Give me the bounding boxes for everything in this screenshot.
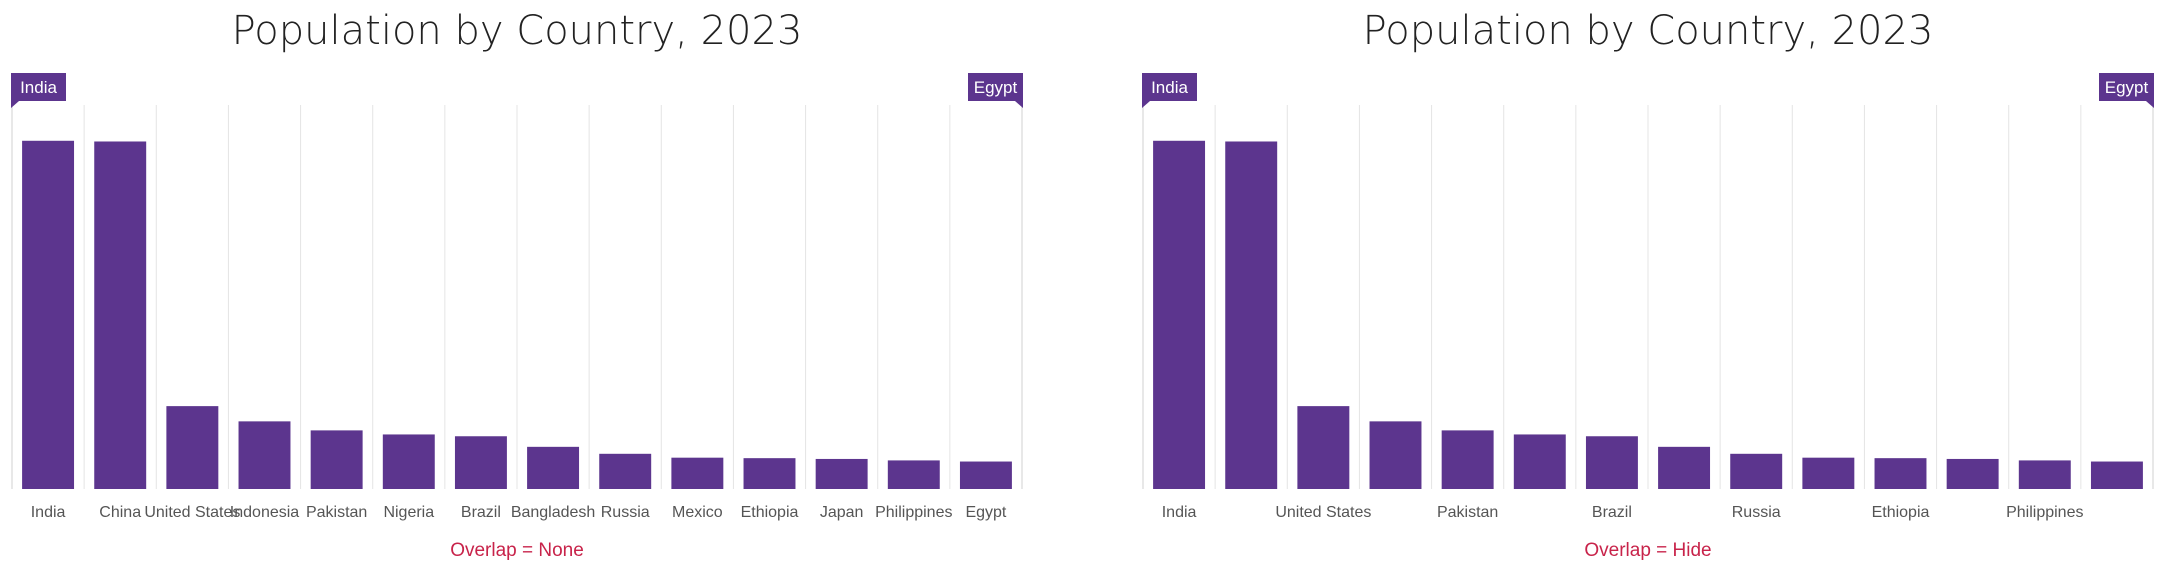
bar-egypt[interactable] bbox=[2090, 461, 2143, 489]
bar-mexico[interactable] bbox=[1802, 457, 1855, 489]
bar-philippines[interactable] bbox=[887, 460, 940, 489]
bar-pakistan[interactable] bbox=[1441, 430, 1494, 489]
bar-bangladesh[interactable] bbox=[527, 446, 580, 489]
range-callout-start: India bbox=[1142, 73, 1197, 108]
x-tick-label: Ethiopia bbox=[741, 504, 799, 521]
x-tick-label: Pakistan bbox=[1437, 504, 1498, 521]
x-tick-label: United States bbox=[144, 504, 240, 521]
x-tick-label: Nigeria bbox=[383, 504, 434, 521]
bar-china[interactable] bbox=[94, 141, 147, 489]
bar-indonesia[interactable] bbox=[238, 421, 291, 489]
bar-united-states[interactable] bbox=[1297, 406, 1350, 489]
range-callout-end: Egypt bbox=[2099, 73, 2154, 108]
bar-japan[interactable] bbox=[1946, 458, 1999, 489]
chart-2: Population by Country, 2023 India United S… bbox=[1142, 8, 2154, 561]
bar-egypt[interactable] bbox=[959, 461, 1012, 489]
bar-nigeria[interactable] bbox=[382, 434, 435, 489]
callout-label: India bbox=[20, 78, 57, 97]
x-tick-label: Russia bbox=[601, 504, 650, 521]
x-tick-label: Ethiopia bbox=[1872, 504, 1930, 521]
bar-indonesia[interactable] bbox=[1369, 421, 1422, 489]
x-tick-label: Indonesia bbox=[230, 504, 299, 521]
callout-label: Egypt bbox=[974, 78, 1018, 97]
x-tick-label: China bbox=[99, 504, 141, 521]
bar-nigeria[interactable] bbox=[1513, 434, 1566, 489]
x-tick-label: Pakistan bbox=[306, 504, 367, 521]
bar-united-states[interactable] bbox=[166, 406, 219, 489]
bar-mexico[interactable] bbox=[671, 457, 724, 489]
bar-bangladesh[interactable] bbox=[1658, 446, 1711, 489]
x-tick-label: Philippines bbox=[2006, 504, 2083, 521]
chart-1: Population by Country, 2023 India China Uni… bbox=[11, 8, 1023, 561]
x-tick-label: Mexico bbox=[672, 504, 723, 521]
bar-pakistan[interactable] bbox=[310, 430, 363, 489]
bar-ethiopia[interactable] bbox=[743, 458, 796, 489]
x-tick-label: Egypt bbox=[965, 504, 1006, 521]
x-tick-label: India bbox=[1162, 504, 1197, 521]
x-tick-label: United States bbox=[1275, 504, 1371, 521]
callout-label: Egypt bbox=[2105, 78, 2149, 97]
bar-japan[interactable] bbox=[815, 458, 868, 489]
x-tick-label: Philippines bbox=[875, 504, 952, 521]
bar-russia[interactable] bbox=[1730, 453, 1783, 489]
x-tick-label: Russia bbox=[1732, 504, 1781, 521]
overlap-caption: Overlap = Hide bbox=[1584, 540, 1711, 561]
callout-label: India bbox=[1151, 78, 1188, 97]
chart-canvas: Population by Country, 2023India China Uni… bbox=[11, 8, 2154, 561]
bar-philippines[interactable] bbox=[2018, 460, 2071, 489]
bar-brazil[interactable] bbox=[1585, 436, 1638, 489]
bar-ethiopia[interactable] bbox=[1874, 458, 1927, 489]
overlap-caption: Overlap = None bbox=[450, 540, 584, 561]
x-tick-label: India bbox=[31, 504, 66, 521]
x-tick-label: Brazil bbox=[461, 504, 501, 521]
chart-title: Population by Country, 2023 bbox=[1363, 8, 1934, 54]
chart-title: Population by Country, 2023 bbox=[232, 8, 803, 54]
bar-russia[interactable] bbox=[599, 453, 652, 489]
bar-india[interactable] bbox=[22, 140, 75, 489]
bar-china[interactable] bbox=[1225, 141, 1278, 489]
x-tick-label: Bangladesh bbox=[511, 504, 596, 521]
bar-brazil[interactable] bbox=[454, 436, 507, 489]
bar-india[interactable] bbox=[1153, 140, 1206, 489]
x-tick-label: Brazil bbox=[1592, 504, 1632, 521]
range-callout-end: Egypt bbox=[968, 73, 1023, 108]
x-tick-label: Japan bbox=[820, 504, 864, 521]
range-callout-start: India bbox=[11, 73, 66, 108]
